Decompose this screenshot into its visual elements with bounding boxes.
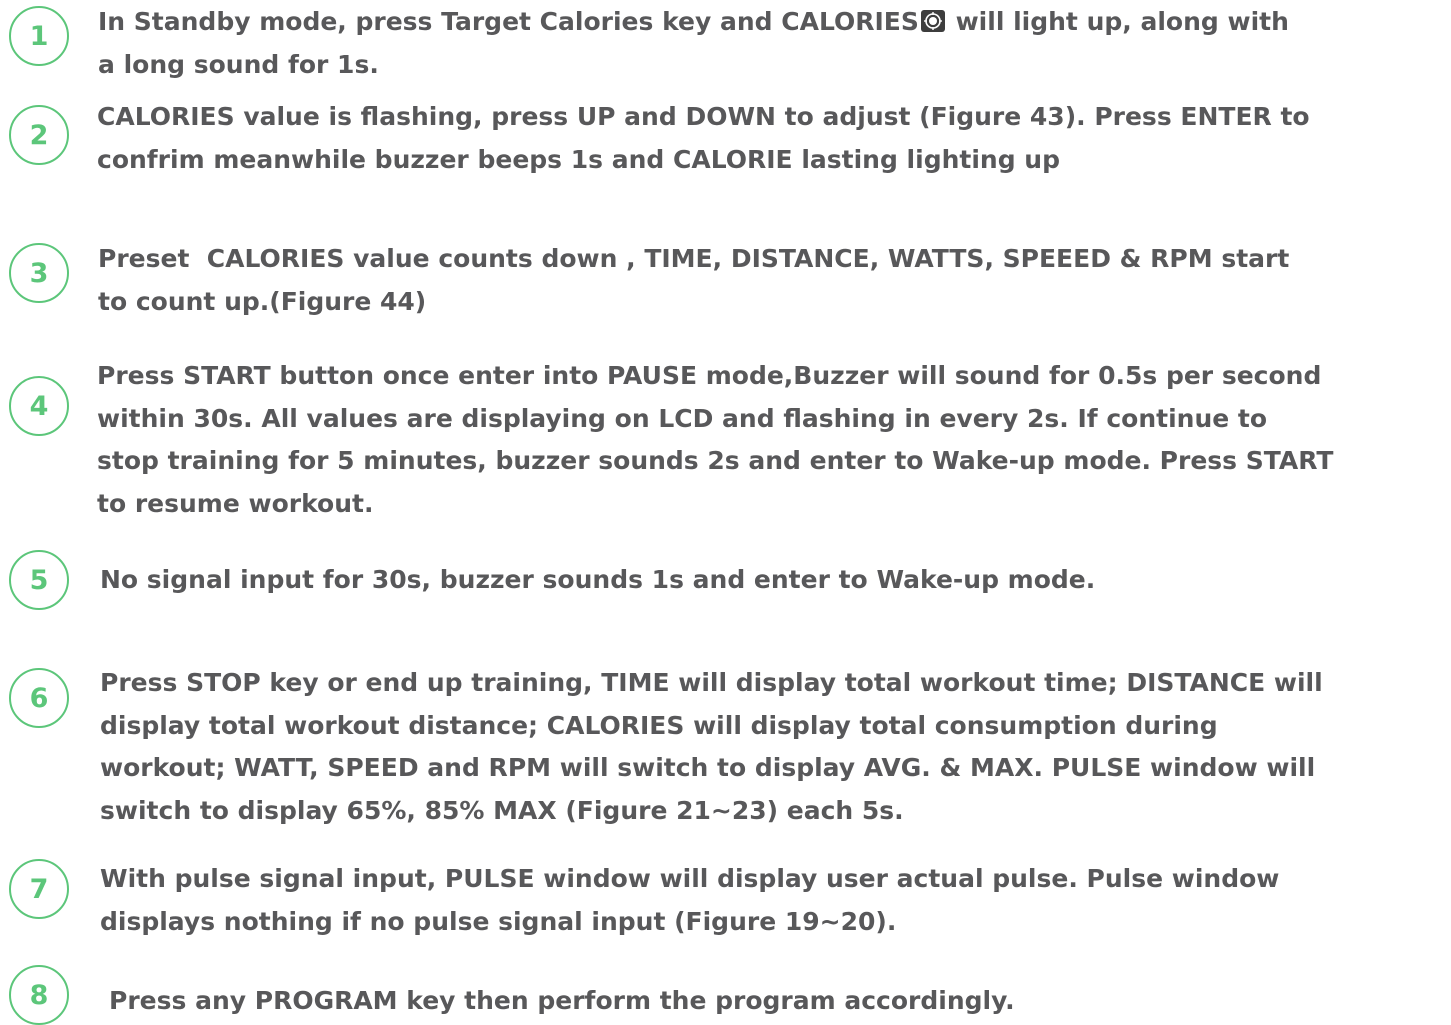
step-line: Preset CALORIES value counts down , TIME…	[98, 244, 1290, 273]
step-line: within 30s. All values are displaying on…	[97, 403, 1268, 433]
step-number-badge: 1	[9, 6, 69, 66]
step-line: switch to display 65%, 85% MAX (Figure 2…	[100, 795, 904, 825]
step-text: Press START button once enter into PAUSE…	[97, 355, 1333, 525]
step-number-badge: 4	[9, 376, 69, 436]
step-line: displays nothing if no pulse signal inpu…	[100, 906, 897, 936]
step-text: Press STOP key or end up training, TIME …	[100, 662, 1323, 832]
step-line: No signal input for 30s, buzzer sounds 1…	[100, 565, 1096, 594]
step-number-badge: 3	[9, 243, 69, 303]
step-line: Press START button once enter into PAUSE…	[97, 361, 1322, 390]
step-number-badge: 7	[9, 859, 69, 919]
step-number-badge: 6	[9, 668, 69, 728]
step-text: In Standby mode, press Target Calories k…	[98, 1, 1289, 86]
step-text: With pulse signal input, PULSE window wi…	[100, 858, 1279, 943]
step-line: to count up.(Figure 44)	[98, 286, 427, 316]
step-text: Press any PROGRAM key then perform the p…	[109, 980, 1015, 1023]
step-line: CALORIES value is flashing, press UP and…	[97, 102, 1310, 131]
step-text: No signal input for 30s, buzzer sounds 1…	[100, 559, 1095, 602]
step-line: Press any PROGRAM key then perform the p…	[109, 986, 1015, 1015]
step-line: display total workout distance; CALORIES…	[100, 710, 1218, 740]
step-text: Preset CALORIES value counts down , TIME…	[98, 238, 1289, 323]
step-line: workout; WATT, SPEED and RPM will switch…	[100, 753, 1316, 782]
calories-target-icon	[920, 10, 945, 32]
step-line: a long sound for 1s.	[98, 49, 379, 79]
step-line: confrim meanwhile buzzer beeps 1s and CA…	[97, 144, 1061, 174]
step-number-badge: 2	[9, 105, 69, 165]
step-line: With pulse signal input, PULSE window wi…	[100, 864, 1280, 893]
step-number-badge: 8	[9, 965, 69, 1025]
step-line: Press STOP key or end up training, TIME …	[100, 668, 1323, 697]
step-number-badge: 5	[9, 550, 69, 610]
step-line: stop training for 5 minutes, buzzer soun…	[97, 446, 1334, 475]
step-line: to resume workout.	[97, 488, 374, 518]
step-text: CALORIES value is flashing, press UP and…	[97, 96, 1310, 181]
step-line: In Standby mode, press Target Calories k…	[98, 7, 1289, 36]
